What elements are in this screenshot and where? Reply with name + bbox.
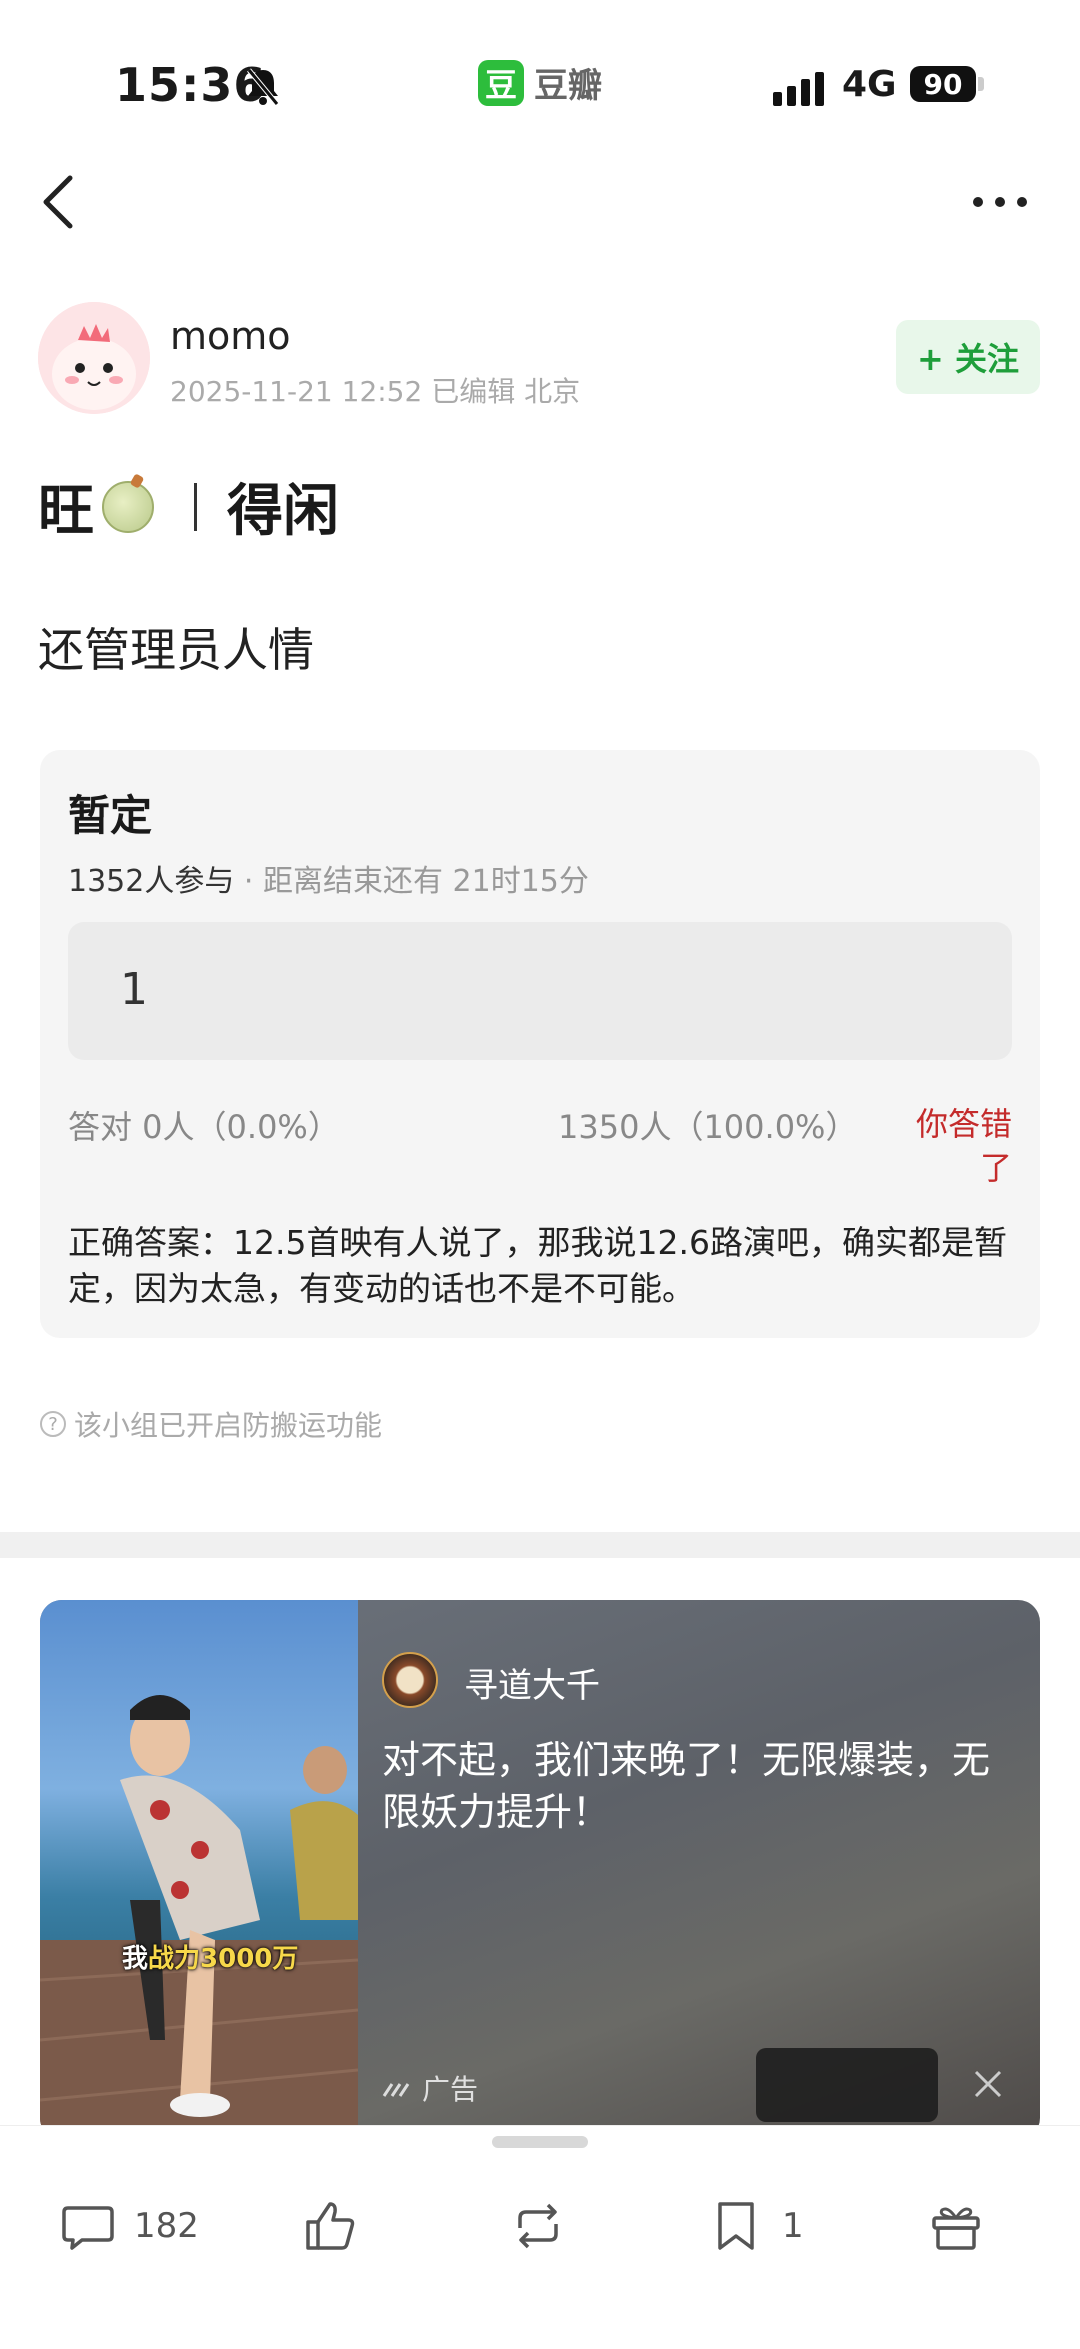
post-title: 旺 得闲 bbox=[38, 466, 339, 547]
app-name: 豆瓣 bbox=[534, 66, 602, 106]
ad-card[interactable]: 我战力3000万 寻道大千 对不起，我们来晚了！无限爆装，无限妖力提升！ 广告 bbox=[40, 1600, 1040, 2140]
bottom-action-bar: 182 1 bbox=[0, 2125, 1080, 2349]
post-body: 还管理员人情 bbox=[38, 623, 314, 677]
melon-emoji-icon bbox=[102, 480, 154, 533]
post-meta: 2025-11-21 12:52 已编辑 北京 bbox=[170, 375, 581, 408]
more-horizontal-icon[interactable] bbox=[970, 190, 1030, 214]
quiz-answer: 正确答案：12.5首映有人说了，那我说12.6路演吧，确实都是暂定，因为太急，有… bbox=[68, 1223, 1007, 1308]
drag-handle[interactable] bbox=[492, 2136, 588, 2148]
bookmark-icon bbox=[718, 2202, 754, 2250]
ad-author-avatar bbox=[382, 1652, 438, 1708]
quiz-wrong-stat: 1350人（100.0%） bbox=[558, 1108, 858, 1146]
signal-icon bbox=[773, 72, 824, 106]
quiz-correct-stat: 答对 0人（0.0%） bbox=[68, 1108, 340, 1146]
ad-label: 广告 bbox=[382, 2068, 478, 2108]
quiz-card: 暂定 1352人参与 · 距离结束还有 21时15分 1 答对 0人（0.0%）… bbox=[40, 750, 1040, 1338]
anti-copy-notice[interactable]: ? 该小组已开启防搬运功能 bbox=[40, 1404, 382, 1444]
comment-count: 182 bbox=[134, 2206, 199, 2246]
comment-button[interactable]: 182 bbox=[60, 2166, 199, 2286]
bell-muted-icon bbox=[247, 68, 279, 106]
author-name[interactable]: momo bbox=[170, 314, 291, 358]
follow-button[interactable]: + 关注 bbox=[896, 320, 1040, 394]
quiz-option-text: 1 bbox=[120, 964, 148, 1015]
quiz-option[interactable]: 1 bbox=[68, 922, 1012, 1060]
help-icon: ? bbox=[40, 1411, 66, 1437]
gift-icon bbox=[932, 2207, 980, 2250]
battery-tip bbox=[978, 77, 984, 91]
quiz-participants: 1352人参与 bbox=[68, 864, 235, 899]
ad-cta-button[interactable] bbox=[756, 2048, 938, 2122]
author-avatar[interactable] bbox=[38, 302, 150, 414]
section-divider bbox=[0, 1532, 1080, 1558]
title-separator bbox=[194, 482, 197, 531]
like-button[interactable] bbox=[302, 2166, 358, 2286]
post-title-right: 得闲 bbox=[227, 479, 339, 544]
ad-image-caption: 我战力3000万 bbox=[122, 1938, 298, 1975]
quiz-wrong-label: 你答错了 bbox=[915, 1105, 1012, 1187]
battery-level: 90 bbox=[910, 66, 976, 102]
back-icon[interactable] bbox=[38, 172, 78, 232]
repost-icon bbox=[518, 2203, 558, 2249]
close-icon[interactable] bbox=[970, 2066, 1006, 2102]
ad-label-text: 广告 bbox=[422, 2073, 479, 2106]
share-button[interactable] bbox=[510, 2166, 566, 2286]
comment-icon bbox=[62, 2206, 114, 2250]
network-type: 4G bbox=[842, 64, 897, 105]
bookmark-button[interactable]: 1 bbox=[708, 2166, 804, 2286]
ad-mark-icon bbox=[382, 2083, 410, 2097]
quiz-meta: 1352人参与 · 距离结束还有 21时15分 bbox=[68, 856, 589, 900]
ad-photo-illustration bbox=[40, 1695, 358, 2140]
post-title-left: 旺 bbox=[38, 479, 94, 544]
anti-copy-text: 该小组已开启防搬运功能 bbox=[74, 1409, 383, 1442]
status-time: 15:36 bbox=[115, 58, 267, 112]
douban-logo-icon: 豆 bbox=[478, 59, 524, 106]
app-badge: 豆 豆瓣 bbox=[478, 58, 602, 107]
bookmark-count: 1 bbox=[782, 2206, 804, 2246]
ad-author-name: 寻道大千 bbox=[464, 1666, 600, 1706]
dragon-avatar-icon bbox=[38, 302, 150, 414]
ad-text: 对不起，我们来晚了！无限爆装，无限妖力提升！ bbox=[382, 1738, 991, 1834]
ad-image[interactable]: 我战力3000万 bbox=[40, 1600, 358, 2140]
quiz-remaining: · 距离结束还有 21时15分 bbox=[243, 864, 589, 899]
status-bar: 15:36 豆 豆瓣 4G 90 bbox=[0, 0, 1080, 170]
ad-caption-highlight: 战力3000万 bbox=[148, 1944, 299, 1974]
ad-caption-prefix: 我 bbox=[122, 1944, 149, 1974]
gift-button[interactable] bbox=[928, 2166, 984, 2286]
thumbs-up-icon bbox=[306, 2202, 355, 2250]
quiz-title: 暂定 bbox=[68, 791, 153, 840]
